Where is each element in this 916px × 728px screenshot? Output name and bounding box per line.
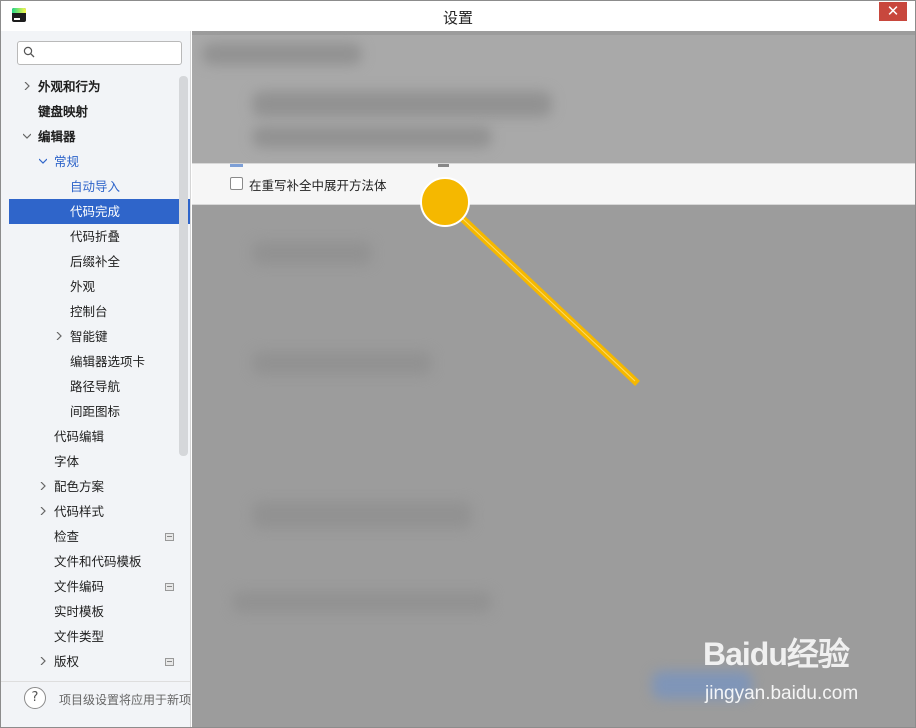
tree-item-gutter-icons[interactable]: 间距图标: [9, 399, 190, 424]
tree-item-label: 编辑器: [38, 129, 76, 144]
tree-item-label: 文件和代码模板: [54, 554, 142, 569]
tree-item-file-types[interactable]: 文件类型: [9, 624, 190, 649]
tree-item-postfix-completion[interactable]: 后缀补全: [9, 249, 190, 274]
chevron-right-icon[interactable]: [55, 332, 63, 340]
settings-content-panel: 在重写补全中展开方法体: [192, 31, 915, 727]
sidebar-scrollbar[interactable]: [179, 76, 188, 456]
tree-item-label: 常规: [54, 154, 80, 169]
blurred-region: [202, 43, 362, 65]
tree-item-auto-import[interactable]: 自动导入: [9, 174, 190, 199]
tree-item-label: 自动导入: [70, 179, 121, 194]
checkbox-partial: [438, 164, 449, 167]
tree-item-label: 控制台: [70, 304, 108, 319]
tree-item-color-scheme[interactable]: 配色方案: [9, 474, 190, 499]
chevron-right-icon[interactable]: [23, 82, 31, 90]
tree-item-label: 检查: [54, 529, 80, 544]
help-text: 项目级设置将应用于新项目: [59, 693, 204, 707]
search-icon: [23, 46, 35, 58]
tree-item-code-editing[interactable]: 代码编辑: [9, 424, 190, 449]
tree-item-general[interactable]: 常规: [9, 149, 190, 174]
tree-item-label: 编辑器选项卡: [70, 354, 146, 369]
tree-item-label: 配色方案: [54, 479, 105, 494]
tree-item-file-code-templates[interactable]: 文件和代码模板: [9, 549, 190, 574]
chevron-right-icon[interactable]: [39, 482, 47, 490]
tree-item-copyright[interactable]: 版权: [9, 649, 190, 674]
blurred-region: [252, 241, 372, 265]
tree-item-label: 代码样式: [54, 504, 105, 519]
close-button[interactable]: ✕: [879, 2, 907, 21]
tree-item-label: 路径导航: [70, 379, 121, 394]
tree-item-code-completion[interactable]: 代码完成: [9, 199, 190, 224]
title-bar: 设置 ✕: [1, 1, 915, 31]
tree-item-appearance-behavior[interactable]: 外观和行为: [9, 74, 190, 99]
tree-item-inspections[interactable]: 检查: [9, 524, 190, 549]
tree-item-editor[interactable]: 编辑器: [9, 124, 190, 149]
settings-tree: 外观和行为 键盘映射 编辑器 常规 自动导入 代码完成 代码折叠 后缀补全 外观…: [9, 74, 190, 674]
project-level-badge-icon: [165, 658, 174, 666]
tree-item-code-folding[interactable]: 代码折叠: [9, 224, 190, 249]
tree-item-keymap[interactable]: 键盘映射: [9, 99, 190, 124]
search-input[interactable]: [17, 41, 182, 65]
tree-item-label: 代码折叠: [70, 229, 121, 244]
tree-item-editor-tabs[interactable]: 编辑器选项卡: [9, 349, 190, 374]
tree-item-label: 间距图标: [70, 404, 121, 419]
tree-item-console[interactable]: 控制台: [9, 299, 190, 324]
watermark-url: jingyan.baidu.com: [705, 683, 859, 704]
blurred-region: [252, 501, 472, 529]
tree-item-label: 外观: [70, 279, 96, 294]
baidu-jingyan-watermark: Baidu经验 jingyan.baidu.com: [701, 629, 871, 709]
chevron-down-icon[interactable]: [39, 157, 47, 165]
watermark-brand: Baidu经验: [703, 636, 850, 672]
tree-item-live-templates[interactable]: 实时模板: [9, 599, 190, 624]
tree-item-label: 后缀补全: [70, 254, 121, 269]
tree-item-breadcrumbs[interactable]: 路径导航: [9, 374, 190, 399]
blurred-region: [252, 351, 432, 375]
expand-method-body-checkbox[interactable]: [230, 177, 243, 190]
tree-item-label: 版权: [54, 654, 80, 669]
expand-method-body-label[interactable]: 在重写补全中展开方法体: [249, 175, 387, 194]
project-level-badge-icon: [165, 583, 174, 591]
help-icon[interactable]: ?: [24, 687, 46, 709]
blurred-region: [252, 91, 552, 117]
tree-item-font[interactable]: 字体: [9, 449, 190, 474]
tree-item-label: 文件编码: [54, 579, 105, 594]
blurred-region: [232, 591, 492, 613]
window-title: 设置: [442, 9, 473, 27]
chevron-right-icon[interactable]: [39, 507, 47, 515]
tree-item-code-style[interactable]: 代码样式: [9, 499, 190, 524]
code-completion-option-row: 在重写补全中展开方法体: [192, 163, 915, 205]
tree-item-label: 智能键: [70, 329, 108, 344]
help-bar: ? 项目级设置将应用于新项目: [1, 681, 203, 727]
tree-item-label: 代码完成: [70, 204, 121, 219]
tree-item-label: 实时模板: [54, 604, 105, 619]
blurred-region: [252, 126, 492, 148]
tree-item-file-encodings[interactable]: 文件编码: [9, 574, 190, 599]
tree-item-label: 代码编辑: [54, 429, 105, 444]
settings-sidebar: 外观和行为 键盘映射 编辑器 常规 自动导入 代码完成 代码折叠 后缀补全 外观…: [1, 31, 203, 727]
project-level-badge-icon: [165, 533, 174, 541]
tree-item-label: 键盘映射: [38, 104, 89, 119]
checkbox-partial: [230, 164, 243, 167]
tree-item-appearance[interactable]: 外观: [9, 274, 190, 299]
tree-item-label: 外观和行为: [38, 79, 101, 94]
tree-item-label: 字体: [54, 454, 80, 469]
chevron-down-icon[interactable]: [23, 132, 31, 140]
tree-item-label: 文件类型: [54, 629, 105, 644]
chevron-right-icon[interactable]: [39, 657, 47, 665]
tree-item-smart-keys[interactable]: 智能键: [9, 324, 190, 349]
settings-window: 设置 ✕ 外观和行为 键盘映射 编辑器 常规 自动导入 代码完成 代码折叠 后缀…: [0, 0, 916, 728]
